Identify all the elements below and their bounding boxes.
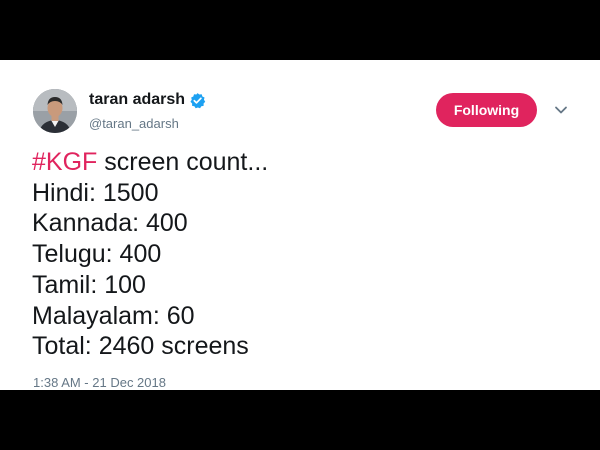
tweet-line-hindi: Hindi: 1500 [32,178,159,207]
hashtag-link[interactable]: #KGF [32,148,97,176]
tweet-text: #KGF screen count... Hindi: 1500 Kannada… [32,147,572,362]
tweet-line-telugu: Telugu: 400 [32,240,162,269]
headline-text: screen count... [97,148,269,176]
display-name[interactable]: taran adarsh [89,91,185,109]
tweet-line-malayalam: Malayalam: 60 [32,301,195,330]
tweet-timestamp[interactable]: 1:38 AM - 21 Dec 2018 [33,375,166,390]
letterbox-top [0,0,600,60]
name-row: taran adarsh [89,91,206,109]
tweet-line-total: Total: 2460 screens [32,332,249,361]
user-handle[interactable]: @taran_adarsh [89,116,179,131]
tweet-line-tamil: Tamil: 100 [32,270,146,299]
tweet-card: taran adarsh @taran_adarsh Following #KG… [0,60,600,390]
avatar[interactable] [33,89,77,133]
chevron-down-icon[interactable] [553,103,569,115]
tweet-headline: #KGF screen count... [32,147,572,178]
following-button[interactable]: Following [436,93,537,127]
tweet-line-kannada: Kannada: 400 [32,209,188,238]
letterbox-bottom [0,390,600,450]
verified-badge-icon [189,92,206,109]
